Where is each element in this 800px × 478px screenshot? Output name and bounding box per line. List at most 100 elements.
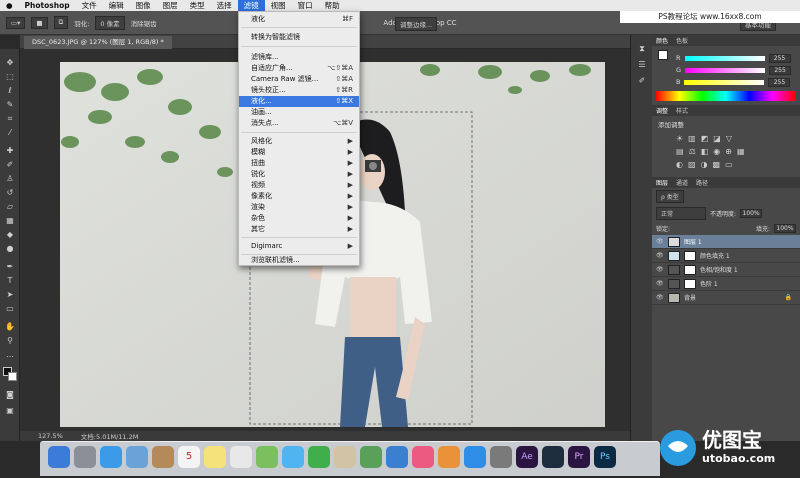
safari-icon[interactable] xyxy=(100,446,122,468)
menu-item-other[interactable]: 其它 ▶ xyxy=(239,224,359,235)
menu-item-camera-raw[interactable]: Camera Raw 滤镜... ⇧⌘A xyxy=(239,74,359,85)
background-color-swatch[interactable] xyxy=(8,372,17,381)
menu-item-pixelate[interactable]: 像素化 ▶ xyxy=(239,191,359,202)
premiere-icon[interactable]: Pr xyxy=(568,446,590,468)
menu-item-filter-gallery[interactable]: 滤镜库... xyxy=(239,52,359,63)
selective-color-icon[interactable]: ▩ xyxy=(713,160,721,169)
healing-brush-tool-icon[interactable]: ✚ xyxy=(4,145,16,157)
channel-mixer-icon[interactable]: ⊕ xyxy=(725,147,732,156)
feather-input[interactable]: 0 像素 xyxy=(95,15,125,30)
zoom-readout[interactable]: 127.5% xyxy=(38,432,63,440)
eye-icon[interactable]: 👁 xyxy=(656,280,664,287)
menu-item-adaptive-wide[interactable]: 自适应广角... ⌥⇧⌘A xyxy=(239,63,359,74)
invert-icon[interactable]: ◐ xyxy=(676,160,683,169)
move-tool-icon[interactable]: ✥ xyxy=(4,57,16,69)
threshold-icon[interactable]: ◑ xyxy=(701,160,708,169)
history-panel-icon[interactable]: ⧗ xyxy=(636,43,648,55)
color-balance-icon[interactable]: ⚖ xyxy=(689,147,696,156)
menu-item-distort[interactable]: 扭曲 ▶ xyxy=(239,158,359,169)
menu-edit[interactable]: 编辑 xyxy=(103,0,130,11)
shape-tool-icon[interactable]: ▭ xyxy=(4,303,16,315)
menu-help[interactable]: 帮助 xyxy=(319,0,346,11)
facetime-icon[interactable] xyxy=(308,446,330,468)
menu-item-video[interactable]: 视频 ▶ xyxy=(239,180,359,191)
menu-item-last-filter[interactable]: 液化 ⌘F xyxy=(239,14,359,25)
type-tool-icon[interactable]: T xyxy=(4,275,16,287)
tab-styles[interactable]: 样式 xyxy=(676,106,688,115)
menu-item-stylize[interactable]: 风格化 ▶ xyxy=(239,136,359,147)
blur-tool-icon[interactable]: ◆ xyxy=(4,229,16,241)
layer-row[interactable]: 👁 图层 1 xyxy=(652,235,800,249)
color-spectrum[interactable] xyxy=(656,91,796,101)
system-prefs-icon[interactable] xyxy=(490,446,512,468)
clone-stamp-tool-icon[interactable]: ♙ xyxy=(4,173,16,185)
red-slider[interactable] xyxy=(684,55,765,61)
after-effects-icon[interactable]: Ae xyxy=(516,446,538,468)
layer-row[interactable]: 👁 颜色填充 1 xyxy=(652,249,800,263)
app-menu[interactable]: Photoshop xyxy=(19,1,76,10)
zoom-tool-icon[interactable]: ⚲ xyxy=(4,335,16,347)
gradient-tool-icon[interactable]: ▦ xyxy=(4,215,16,227)
photo-filter-icon[interactable]: ◉ xyxy=(713,147,720,156)
messages-icon[interactable] xyxy=(282,446,304,468)
screen-mode-icon[interactable]: ▣ xyxy=(4,405,16,417)
document-tab[interactable]: DSC_0623.JPG @ 127% (图层 1, RGB/8) * xyxy=(24,36,172,49)
finder-icon[interactable] xyxy=(48,446,70,468)
antialias-checkbox[interactable]: 消除锯齿 xyxy=(131,18,157,28)
marquee-tool-preset[interactable]: ▭▾ xyxy=(6,16,26,29)
posterize-icon[interactable]: ▨ xyxy=(688,160,696,169)
menu-select[interactable]: 选择 xyxy=(211,0,238,11)
menu-item-blur[interactable]: 模糊 ▶ xyxy=(239,147,359,158)
eye-icon[interactable]: 👁 xyxy=(656,252,664,259)
tab-swatches[interactable]: 色板 xyxy=(676,36,688,45)
selection-mode-add[interactable]: ⧉ xyxy=(53,16,69,29)
blue-slider[interactable] xyxy=(684,79,765,85)
menu-filter[interactable]: 滤镜 xyxy=(237,0,265,11)
menu-item-browse-online[interactable]: 浏览联机滤镜... xyxy=(239,255,359,266)
brush-panel-icon[interactable]: ✐ xyxy=(636,75,648,87)
crop-tool-icon[interactable]: ⌗ xyxy=(4,113,16,125)
green-slider[interactable] xyxy=(685,67,766,73)
layer-row[interactable]: 👁 色相/饱和度 1 xyxy=(652,263,800,277)
red-value[interactable]: 255 xyxy=(768,53,791,63)
reminders-icon[interactable] xyxy=(230,446,252,468)
exposure-icon[interactable]: ◪ xyxy=(713,134,721,143)
gradient-map-icon[interactable]: ▭ xyxy=(725,160,733,169)
history-brush-tool-icon[interactable]: ↺ xyxy=(4,187,16,199)
quick-mask-icon[interactable]: ◙ xyxy=(4,389,16,401)
tab-color[interactable]: 颜色 xyxy=(656,36,668,45)
eyedropper-tool-icon[interactable]: ⁄ xyxy=(4,127,16,139)
selection-mode-new[interactable]: ■ xyxy=(31,16,48,29)
menu-item-lens-correction[interactable]: 镜头校正... ⇧⌘R xyxy=(239,85,359,96)
menu-image[interactable]: 图像 xyxy=(130,0,157,11)
menu-window[interactable]: 窗口 xyxy=(292,0,319,11)
green-value[interactable]: 255 xyxy=(769,65,792,75)
curves-icon[interactable]: ◩ xyxy=(701,134,709,143)
opacity-input[interactable]: 100% xyxy=(740,209,763,218)
pen-tool-icon[interactable]: ✒ xyxy=(4,261,16,273)
tab-paths[interactable]: 路径 xyxy=(696,178,708,187)
mail-icon[interactable] xyxy=(126,446,148,468)
menu-file[interactable]: 文件 xyxy=(76,0,103,11)
menu-item-oil-paint[interactable]: 油画... xyxy=(239,107,359,118)
levels-icon[interactable]: ▥ xyxy=(688,134,696,143)
menu-item-noise[interactable]: 杂色 ▶ xyxy=(239,213,359,224)
tab-channels[interactable]: 通道 xyxy=(676,178,688,187)
menu-layer[interactable]: 图层 xyxy=(157,0,184,11)
contacts-icon[interactable] xyxy=(152,446,174,468)
dodge-tool-icon[interactable]: ● xyxy=(4,243,16,255)
apple-icon[interactable]: ● xyxy=(0,1,19,10)
bw-icon[interactable]: ◧ xyxy=(701,147,709,156)
more-tools-icon[interactable]: … xyxy=(4,349,16,361)
layer-row[interactable]: 👁 背景 🔒 xyxy=(652,291,800,305)
menu-item-convert-smart[interactable]: 转换为智能滤镜 xyxy=(239,32,359,43)
hand-tool-icon[interactable]: ✋ xyxy=(4,321,16,333)
eye-icon[interactable]: 👁 xyxy=(656,238,664,245)
quick-select-tool-icon[interactable]: ✎ xyxy=(4,99,16,111)
maps-icon[interactable] xyxy=(256,446,278,468)
notes-icon[interactable] xyxy=(204,446,226,468)
keynote-icon[interactable] xyxy=(386,446,408,468)
tab-layers[interactable]: 图层 xyxy=(656,178,668,187)
tab-adjustments[interactable]: 调整 xyxy=(656,106,668,115)
color-fg-swatch[interactable] xyxy=(658,50,668,60)
